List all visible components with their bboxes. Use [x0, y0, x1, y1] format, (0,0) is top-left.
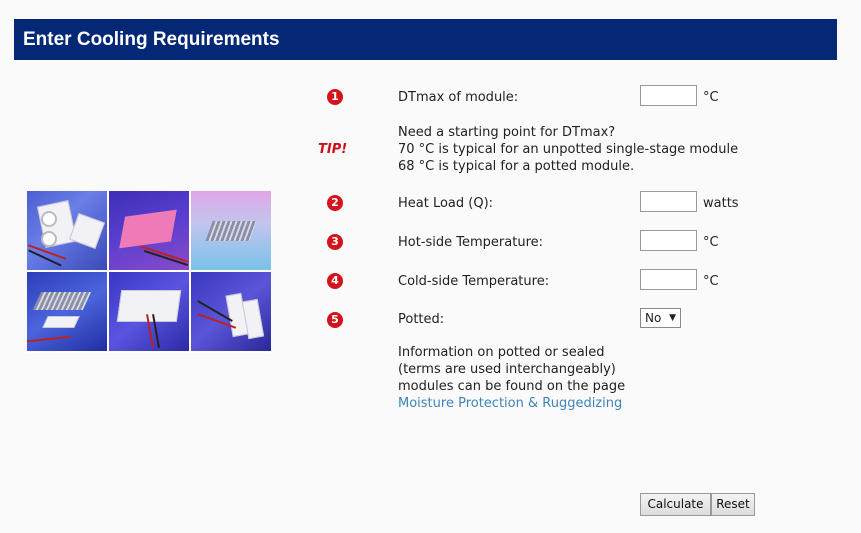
step-number-badge: 1	[327, 89, 343, 105]
heat-load-label: Heat Load (Q):	[398, 196, 494, 211]
product-photo-collage	[27, 191, 271, 353]
heat-load-input[interactable]	[640, 191, 697, 212]
hot-side-temp-input[interactable]	[640, 230, 697, 251]
dtmax-label: DTmax of module:	[398, 90, 519, 105]
cold-side-temp-unit: °C	[703, 274, 719, 289]
info-line: Information on potted or sealed	[398, 345, 605, 360]
dtmax-unit: °C	[703, 90, 719, 105]
tip-text: Need a starting point for DTmax? 70 °C i…	[398, 124, 738, 175]
cold-side-temp-input[interactable]	[640, 269, 697, 290]
product-photo	[109, 272, 189, 351]
product-photo	[191, 191, 271, 270]
moisture-protection-link[interactable]: Moisture Protection & Ruggedizing	[398, 396, 622, 411]
potted-select[interactable]: No ▼	[640, 308, 681, 328]
heat-load-unit: watts	[703, 196, 739, 211]
product-photo	[109, 191, 189, 270]
product-photo	[191, 272, 271, 351]
potted-label: Potted:	[398, 312, 445, 327]
product-photo	[27, 191, 107, 270]
step-number-badge: 2	[327, 195, 343, 211]
step-number-badge: 5	[327, 312, 343, 328]
potted-selected-value: No	[645, 311, 662, 325]
step-number-badge: 4	[327, 273, 343, 289]
reset-button[interactable]: Reset	[711, 493, 755, 516]
dropdown-arrow-icon: ▼	[669, 313, 676, 323]
step-number-badge: 3	[327, 234, 343, 250]
tip-line: 70 °C is typical for an unpotted single-…	[398, 142, 739, 157]
cold-side-temp-label: Cold-side Temperature:	[398, 274, 550, 289]
info-line: (terms are used interchangeably)	[398, 362, 616, 377]
info-line: modules can be found on the page	[398, 379, 626, 394]
tip-line: Need a starting point for DTmax?	[398, 125, 616, 140]
potted-info-text: Information on potted or sealed (terms a…	[398, 344, 625, 412]
tip-badge: TIP!	[318, 142, 348, 157]
tip-line: 68 °C is typical for a potted module.	[398, 159, 635, 174]
hot-side-temp-unit: °C	[703, 235, 719, 250]
hot-side-temp-label: Hot-side Temperature:	[398, 235, 544, 250]
product-photo	[27, 272, 107, 351]
page-header: Enter Cooling Requirements	[14, 19, 837, 60]
dtmax-input[interactable]	[640, 85, 697, 106]
calculate-button[interactable]: Calculate	[640, 493, 711, 516]
page-title: Enter Cooling Requirements	[23, 29, 280, 50]
